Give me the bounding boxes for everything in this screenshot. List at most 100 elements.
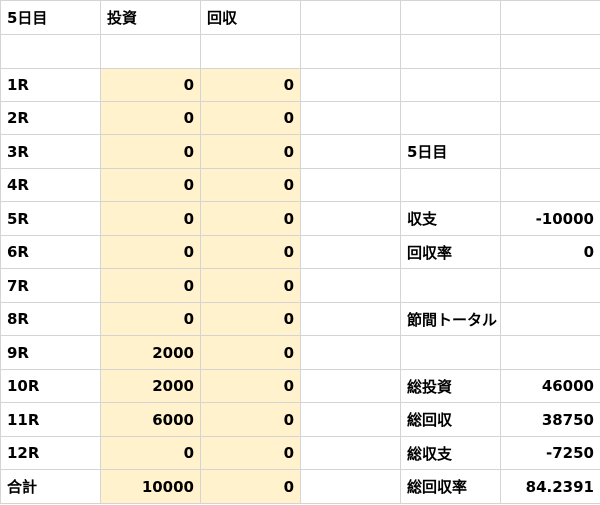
invest-cell[interactable]: 2000	[100, 369, 201, 403]
summary-total-invest-value[interactable]: 46000	[500, 369, 600, 403]
invest-cell[interactable]: 0	[100, 168, 201, 202]
summary-day-title[interactable]: 5日目	[400, 134, 501, 169]
race-label[interactable]: 10R	[0, 369, 101, 403]
race-label[interactable]: 4R	[0, 168, 101, 202]
race-label[interactable]: 1R	[0, 68, 101, 102]
table-row: 3R 0 0 5日目	[0, 134, 600, 169]
race-label[interactable]: 7R	[0, 268, 101, 303]
cell-empty[interactable]	[200, 34, 301, 69]
header-row: 5日目 投資 回収	[0, 0, 600, 35]
cell-empty[interactable]	[300, 335, 401, 370]
cell-empty[interactable]	[500, 0, 600, 35]
cell-empty[interactable]	[500, 68, 600, 102]
cell-empty[interactable]	[300, 235, 401, 269]
cell-empty[interactable]	[300, 101, 401, 135]
cell-payout-header[interactable]: 回収	[200, 0, 301, 35]
cell-empty[interactable]	[400, 68, 501, 102]
invest-cell[interactable]: 0	[100, 302, 201, 336]
cell-empty[interactable]	[300, 268, 401, 303]
total-invest-cell[interactable]: 10000	[100, 469, 201, 504]
cell-empty[interactable]	[300, 469, 401, 504]
summary-section-title[interactable]: 節間トータル	[400, 302, 501, 336]
cell-empty[interactable]	[0, 34, 101, 69]
cell-empty[interactable]	[500, 134, 600, 169]
table-row: 9R 2000 0	[0, 335, 600, 370]
summary-total-payout-label[interactable]: 総回収	[400, 402, 501, 437]
payout-cell[interactable]: 0	[200, 101, 301, 135]
payout-cell[interactable]: 0	[200, 201, 301, 236]
cell-empty[interactable]	[500, 101, 600, 135]
cell-empty[interactable]	[400, 168, 501, 202]
invest-cell[interactable]: 0	[100, 68, 201, 102]
invest-cell[interactable]: 2000	[100, 335, 201, 370]
table-row: 6R 0 0 回収率 0	[0, 235, 600, 269]
table-row: 8R 0 0 節間トータル	[0, 302, 600, 336]
total-label[interactable]: 合計	[0, 469, 101, 504]
cell-empty[interactable]	[400, 34, 501, 69]
cell-empty[interactable]	[400, 335, 501, 370]
race-label[interactable]: 9R	[0, 335, 101, 370]
summary-return-rate-label[interactable]: 回収率	[400, 235, 501, 269]
cell-empty[interactable]	[300, 0, 401, 35]
race-label[interactable]: 2R	[0, 101, 101, 135]
cell-empty[interactable]	[100, 34, 201, 69]
cell-empty[interactable]	[300, 302, 401, 336]
summary-balance-value[interactable]: -10000	[500, 201, 600, 236]
race-label[interactable]: 12R	[0, 436, 101, 470]
payout-cell[interactable]: 0	[200, 402, 301, 437]
cell-day-header[interactable]: 5日目	[0, 0, 101, 35]
payout-cell[interactable]: 0	[200, 335, 301, 370]
payout-cell[interactable]: 0	[200, 369, 301, 403]
table-row: 1R 0 0	[0, 68, 600, 102]
cell-empty[interactable]	[300, 436, 401, 470]
cell-empty[interactable]	[400, 0, 501, 35]
payout-cell[interactable]: 0	[200, 302, 301, 336]
payout-cell[interactable]: 0	[200, 436, 301, 470]
cell-empty[interactable]	[300, 201, 401, 236]
cell-empty[interactable]	[300, 68, 401, 102]
invest-cell[interactable]: 0	[100, 235, 201, 269]
summary-total-balance-label[interactable]: 総収支	[400, 436, 501, 470]
cell-empty[interactable]	[300, 168, 401, 202]
summary-return-rate-value[interactable]: 0	[500, 235, 600, 269]
race-label[interactable]: 8R	[0, 302, 101, 336]
payout-cell[interactable]: 0	[200, 68, 301, 102]
summary-total-invest-label[interactable]: 総投資	[400, 369, 501, 403]
cell-empty[interactable]	[500, 34, 600, 69]
payout-cell[interactable]: 0	[200, 235, 301, 269]
invest-cell[interactable]: 0	[100, 436, 201, 470]
race-label[interactable]: 11R	[0, 402, 101, 437]
cell-empty[interactable]	[300, 34, 401, 69]
cell-empty[interactable]	[300, 402, 401, 437]
race-label[interactable]: 3R	[0, 134, 101, 169]
payout-cell[interactable]: 0	[200, 268, 301, 303]
total-payout-cell[interactable]: 0	[200, 469, 301, 504]
invest-cell[interactable]: 0	[100, 201, 201, 236]
spreadsheet: 5日目 投資 回収 1R 0 0 2R 0 0 3R 0 0 5日目 4R 0 …	[0, 0, 600, 505]
invest-cell[interactable]: 6000	[100, 402, 201, 437]
race-label[interactable]: 6R	[0, 235, 101, 269]
cell-empty[interactable]	[400, 101, 501, 135]
cell-empty[interactable]	[300, 134, 401, 169]
payout-cell[interactable]: 0	[200, 134, 301, 169]
cell-empty[interactable]	[500, 168, 600, 202]
cell-empty[interactable]	[500, 302, 600, 336]
summary-total-balance-value[interactable]: -7250	[500, 436, 600, 470]
invest-cell[interactable]: 0	[100, 134, 201, 169]
cell-empty[interactable]	[300, 369, 401, 403]
summary-total-return-rate-value[interactable]: 84.2391	[500, 469, 600, 504]
total-row: 合計 10000 0 総回収率 84.2391	[0, 469, 600, 504]
invest-cell[interactable]: 0	[100, 101, 201, 135]
table-row: 12R 0 0 総収支 -7250	[0, 436, 600, 470]
summary-total-return-rate-label[interactable]: 総回収率	[400, 469, 501, 504]
invest-cell[interactable]: 0	[100, 268, 201, 303]
cell-empty[interactable]	[500, 268, 600, 303]
table-row: 11R 6000 0 総回収 38750	[0, 402, 600, 437]
summary-balance-label[interactable]: 収支	[400, 201, 501, 236]
cell-invest-header[interactable]: 投資	[100, 0, 201, 35]
cell-empty[interactable]	[400, 268, 501, 303]
payout-cell[interactable]: 0	[200, 168, 301, 202]
race-label[interactable]: 5R	[0, 201, 101, 236]
summary-total-payout-value[interactable]: 38750	[500, 402, 600, 437]
cell-empty[interactable]	[500, 335, 600, 370]
